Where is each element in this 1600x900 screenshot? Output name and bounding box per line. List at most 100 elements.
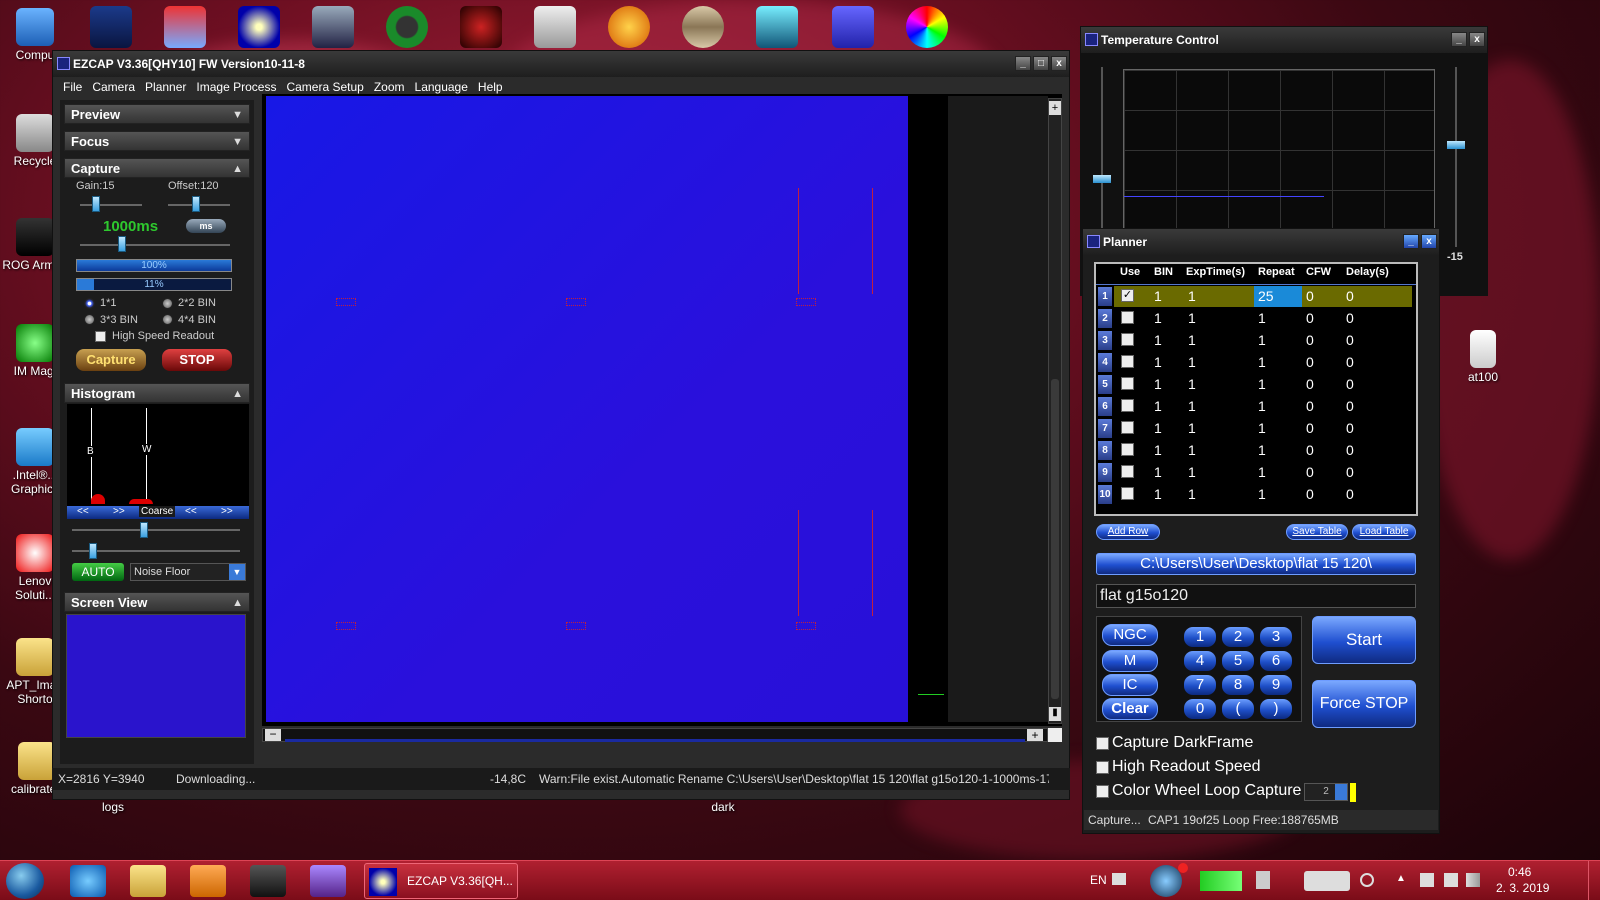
cell-cfw[interactable]: 0 [1306,376,1314,392]
jupiter-icon[interactable] [682,6,724,48]
cell-bin[interactable]: 1 [1154,464,1162,480]
zoom-out-icon[interactable]: − [265,728,281,741]
bin-4x4-radio[interactable] [162,314,173,325]
hist-left-1-button[interactable]: << [77,506,89,517]
use-checkbox[interactable] [1121,443,1134,456]
menu-planner[interactable]: Planner [140,78,191,98]
network-app-icon[interactable] [1150,865,1182,897]
cell-cfw[interactable]: 0 [1306,486,1314,502]
cell-delay[interactable]: 0 [1346,442,1354,458]
cell-delay[interactable]: 0 [1346,288,1354,304]
table-row[interactable]: 8 1 1 1 0 0 [1096,440,1416,461]
cell-repeat[interactable]: 1 [1258,442,1266,458]
bin-3x3-radio[interactable] [84,314,95,325]
cell-cfw[interactable]: 0 [1306,398,1314,414]
filename-input[interactable]: flat g15o120 [1096,584,1416,608]
cell-bin[interactable]: 1 [1154,420,1162,436]
stop-button[interactable]: STOP [162,349,232,371]
cell-cfw[interactable]: 0 [1306,310,1314,326]
sun-icon[interactable] [608,6,650,48]
scroll-down-icon[interactable]: ▮ [1049,707,1061,721]
high-readout-speed-checkbox[interactable] [1096,761,1109,774]
white-point-line[interactable] [146,408,147,504]
color-wheel-icon[interactable] [906,6,948,48]
table-row[interactable]: 10 1 1 1 0 0 [1096,484,1416,505]
cell-bin[interactable]: 1 [1154,332,1162,348]
start-orb-icon[interactable] [6,863,44,899]
capture-darkframe-checkbox[interactable] [1096,737,1109,750]
cell-repeat[interactable]: 25 [1258,288,1274,304]
cell-exptime[interactable]: 1 [1188,398,1196,414]
load-table-button[interactable]: Load Table [1352,524,1416,540]
clock-time[interactable]: 0:46 [1508,865,1531,879]
key-9-button[interactable]: 9 [1260,675,1292,695]
cell-cfw[interactable]: 0 [1306,420,1314,436]
key-5-button[interactable]: 5 [1222,651,1254,671]
use-checkbox[interactable] [1121,311,1134,324]
maximize-button[interactable]: □ [1033,56,1049,71]
save-table-button[interactable]: Save Table [1286,524,1348,540]
clear-button[interactable]: Clear [1102,698,1158,720]
desktop-icon-logs[interactable]: logs [78,800,148,820]
key-0-button[interactable]: 0 [1184,699,1216,719]
cell-exptime[interactable]: 1 [1188,310,1196,326]
close-button[interactable]: x [1421,234,1437,249]
cell-cfw[interactable]: 0 [1306,332,1314,348]
key-open-paren-button[interactable]: ( [1222,699,1254,719]
desktop-icon-dark[interactable]: dark [688,800,758,820]
catalog-ic-button[interactable]: IC [1102,674,1158,696]
desktop-icon-flat100[interactable]: at100 [1448,330,1518,384]
app-icon-black[interactable] [250,865,286,897]
cell-exptime[interactable]: 1 [1188,442,1196,458]
cell-exptime[interactable]: 1 [1188,464,1196,480]
save-path-field[interactable]: C:\Users\User\Desktop\flat 15 120\ [1096,553,1416,575]
cell-bin[interactable]: 1 [1154,486,1162,502]
cell-delay[interactable]: 0 [1346,310,1354,326]
capture-button[interactable]: Capture [76,349,146,371]
use-checkbox[interactable] [1121,399,1134,412]
hist-slider-1[interactable] [140,522,148,538]
table-row[interactable]: 4 1 1 1 0 0 [1096,352,1416,373]
vertical-scroll-thumb[interactable] [1051,379,1059,699]
cell-exptime[interactable]: 1 [1188,376,1196,392]
exposure-unit-button[interactable]: ms [186,219,226,233]
key-1-button[interactable]: 1 [1184,627,1216,647]
cell-repeat[interactable]: 1 [1258,354,1266,370]
app-icon-red-orbit[interactable] [460,6,502,48]
gain-slider[interactable] [92,196,100,212]
use-checkbox[interactable] [1121,333,1134,346]
color-wheel-loop-checkbox[interactable] [1096,785,1109,798]
wireless-icon[interactable] [1256,871,1270,889]
exposure-slider[interactable] [118,236,126,252]
start-button[interactable]: Start [1312,616,1416,664]
use-checkbox[interactable] [1121,487,1134,500]
internet-explorer-icon[interactable] [70,865,106,897]
close-button[interactable]: x [1051,56,1067,71]
close-button[interactable]: x [1469,32,1485,47]
section-preview[interactable]: Preview ▼ [64,104,250,124]
cell-bin[interactable]: 1 [1154,354,1162,370]
bin-1x1-radio[interactable] [84,298,95,309]
cell-delay[interactable]: 0 [1346,376,1354,392]
cell-bin[interactable]: 1 [1154,310,1162,326]
show-desktop-button[interactable] [1588,861,1600,900]
use-checkbox[interactable] [1121,377,1134,390]
menu-file[interactable]: File [58,78,87,98]
cell-delay[interactable]: 0 [1346,354,1354,370]
cube-app-icon[interactable] [832,6,874,48]
key-7-button[interactable]: 7 [1184,675,1216,695]
cell-repeat[interactable]: 1 [1258,420,1266,436]
table-row[interactable]: 1 ✓ 1 1 25 0 0 [1096,286,1416,307]
cell-delay[interactable]: 0 [1346,398,1354,414]
system-tray-app-icon[interactable] [1304,871,1350,891]
night-sky-icon[interactable] [312,6,354,48]
signal-bars-icon[interactable] [1200,871,1242,891]
ascom-icon[interactable] [90,6,132,48]
taskbar-ezcap-button[interactable]: EZCAP V3.36[QH... [364,863,518,899]
catalog-ngc-button[interactable]: NGC [1102,624,1158,646]
high-speed-readout-checkbox[interactable] [95,331,106,342]
cell-cfw[interactable]: 0 [1306,288,1314,304]
visual-studio-icon[interactable] [310,865,346,897]
tray-circle-icon[interactable] [1360,873,1374,887]
section-focus[interactable]: Focus ▼ [64,131,250,151]
